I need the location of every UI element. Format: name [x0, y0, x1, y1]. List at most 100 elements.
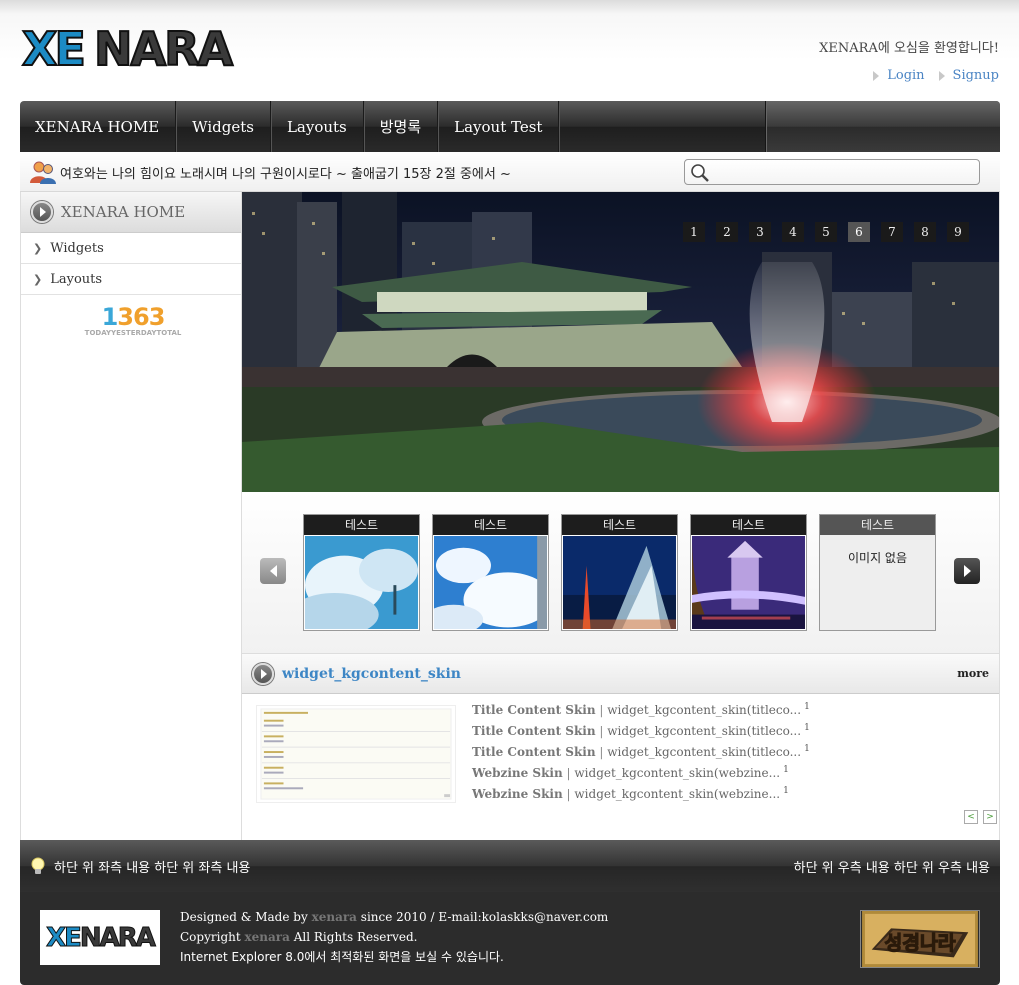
nav-item-home[interactable]: XENARA HOME: [20, 101, 177, 152]
chevron-right-icon: ❯: [33, 241, 43, 255]
list-item-title: Title Content Skin: [472, 703, 596, 717]
list-item-title: Title Content Skin: [472, 745, 596, 759]
carousel-item[interactable]: 테스트: [303, 514, 420, 631]
list-item[interactable]: Title Content Skin | widget_kgcontent_sk…: [472, 723, 810, 744]
list-item-title: Webzine Skin: [472, 787, 563, 801]
sky-clouds-image: [434, 536, 547, 630]
login-label: Login: [887, 68, 925, 83]
list-item[interactable]: Webzine Skin | widget_kgcontent_skin(web…: [472, 765, 810, 786]
widget-preview-thumbnail[interactable]: [256, 705, 456, 803]
footer-logo-xe: XE: [46, 922, 83, 953]
login-link[interactable]: Login: [873, 68, 925, 83]
slider-page-7[interactable]: 7: [881, 222, 903, 242]
slider-page-9[interactable]: 9: [947, 222, 969, 242]
nav-item-widgets[interactable]: Widgets: [176, 101, 271, 152]
carousel-prev-button[interactable]: [260, 558, 286, 584]
clouds-snow-image: [305, 536, 418, 630]
arrow-circle-icon: [31, 201, 53, 223]
notice-bar: 여호와는 나의 힘이요 노래시며 나의 구원이시로다 ~ 출애굽기 15장 2절…: [20, 152, 1000, 192]
carousel-caption: 테스트: [433, 515, 548, 535]
main-content: 1 2 3 4 5 6 7 8 9 테스트 테스트 테스트 테스트 테스트 이미…: [242, 192, 1000, 840]
slider-page-5[interactable]: 5: [815, 222, 837, 242]
footer-brand: xenara: [244, 930, 290, 944]
main-nav: XENARA HOME Widgets Layouts 방명록 Layout T…: [20, 101, 1000, 152]
counter-today: 1: [101, 303, 119, 331]
badge-text: 성경나라: [884, 932, 955, 955]
lightbulb-icon: [31, 857, 45, 874]
comment-count: 1: [804, 723, 810, 733]
footer-logo-nara: NARA: [79, 922, 156, 953]
logo-xe: XE: [21, 22, 87, 76]
comment-count: 1: [783, 765, 789, 775]
footer: 하단 위 좌측 내용 하단 위 좌측 내용 하단 위 우측 내용 하단 위 우측…: [20, 840, 1000, 985]
nav-item-layouts[interactable]: Layouts: [271, 101, 364, 152]
carousel-next-button[interactable]: [954, 558, 980, 584]
account-links: Login Signup: [873, 68, 999, 83]
counter-label: TODAYYESTERDAYTOTAL: [84, 329, 182, 337]
widget-content-list: Title Content Skin | widget_kgcontent_sk…: [472, 702, 810, 807]
slider-page-4[interactable]: 4: [782, 222, 804, 242]
hero-slider: 1 2 3 4 5 6 7 8 9: [242, 192, 999, 492]
list-item-text: widget_kgcontent_skin(webzine...: [574, 766, 781, 780]
widget-title[interactable]: widget_kgcontent_skin: [282, 666, 461, 682]
search-icon[interactable]: [690, 163, 710, 183]
chevron-right-icon: ❯: [33, 272, 43, 286]
sidebar-home-label: XENARA HOME: [61, 203, 186, 221]
nav-item-guestbook[interactable]: 방명록: [364, 101, 439, 152]
list-item[interactable]: Title Content Skin | widget_kgcontent_sk…: [472, 744, 810, 765]
list-item-text: widget_kgcontent_skin(titleco...: [607, 724, 802, 738]
slider-page-6[interactable]: 6: [848, 222, 870, 242]
signup-link[interactable]: Signup: [938, 68, 999, 83]
no-image-label: 이미지 없음: [847, 551, 907, 565]
notice-text: 여호와는 나의 힘이요 노래시며 나의 구원이시로다 ~ 출애굽기 15장 2절…: [60, 167, 511, 182]
sidebar: XENARA HOME ❯ Widgets ❯ Layouts 1363 TOD…: [20, 192, 242, 840]
carousel-item[interactable]: 테스트 이미지 없음: [819, 514, 936, 631]
slider-pager: 1 2 3 4 5 6 7 8 9: [683, 222, 969, 242]
sidebar-home[interactable]: XENARA HOME: [21, 192, 241, 233]
designed-since-email: since 2010 / E-mail:kolaskks@naver.com: [360, 910, 609, 924]
slider-page-8[interactable]: 8: [914, 222, 936, 242]
logo-nara: NARA: [93, 22, 234, 76]
comment-count: 1: [804, 702, 810, 712]
sidebar-item-label: Widgets: [50, 240, 104, 256]
welcome-message: XENARA에 오심을 환영합니다!: [819, 41, 999, 56]
slider-page-1[interactable]: 1: [683, 222, 705, 242]
carousel-caption: 테스트: [691, 515, 806, 535]
footer-logo[interactable]: XE NARA: [40, 910, 160, 965]
bullet-icon: [938, 70, 945, 81]
footer-info: Designed & Made by xenara since 2010 / E…: [180, 907, 608, 967]
widget-pagination: < >: [964, 810, 997, 824]
designed-by-label: Designed & Made by: [180, 910, 308, 924]
visitor-counter: 1363 TODAYYESTERDAYTOTAL: [83, 305, 183, 337]
carousel-item[interactable]: 테스트: [561, 514, 678, 631]
counter-yesterday-total: 363: [117, 303, 165, 331]
list-item[interactable]: Title Content Skin | widget_kgcontent_sk…: [472, 702, 810, 723]
sidebar-item-layouts[interactable]: ❯ Layouts: [21, 264, 241, 295]
nav-item-layout-test[interactable]: Layout Test: [438, 101, 560, 152]
carousel-item[interactable]: 테스트: [432, 514, 549, 631]
slider-page-3[interactable]: 3: [749, 222, 771, 242]
list-item-text: widget_kgcontent_skin(titleco...: [607, 703, 802, 717]
bible-nara-badge[interactable]: 성경나라: [860, 910, 980, 968]
comment-count: 1: [783, 786, 789, 796]
list-item-title: Webzine Skin: [472, 766, 563, 780]
more-link[interactable]: more: [957, 667, 989, 680]
widget-prev-button[interactable]: <: [964, 810, 978, 824]
slider-page-2[interactable]: 2: [716, 222, 738, 242]
copyright-suffix: All Rights Reserved.: [293, 930, 418, 944]
comment-count: 1: [804, 744, 810, 754]
widget-header: widget_kgcontent_skin more: [242, 654, 999, 694]
list-item-title: Title Content Skin: [472, 724, 596, 738]
carousel-caption: 테스트: [820, 515, 935, 535]
sidebar-item-widgets[interactable]: ❯ Widgets: [21, 233, 241, 264]
list-item-text: widget_kgcontent_skin(titleco...: [607, 745, 802, 759]
list-item[interactable]: Webzine Skin | widget_kgcontent_skin(web…: [472, 786, 810, 807]
footer-brand: xenara: [311, 910, 357, 924]
search-input[interactable]: [684, 159, 980, 185]
widget-next-button[interactable]: >: [983, 810, 997, 824]
arrow-circle-icon: [252, 662, 274, 685]
list-item-text: widget_kgcontent_skin(webzine...: [574, 787, 781, 801]
site-logo[interactable]: XE NARA: [21, 25, 234, 80]
carousel-item[interactable]: 테스트: [690, 514, 807, 631]
thumbnail-carousel: 테스트 테스트 테스트 테스트 테스트 이미지 없음: [242, 492, 999, 654]
